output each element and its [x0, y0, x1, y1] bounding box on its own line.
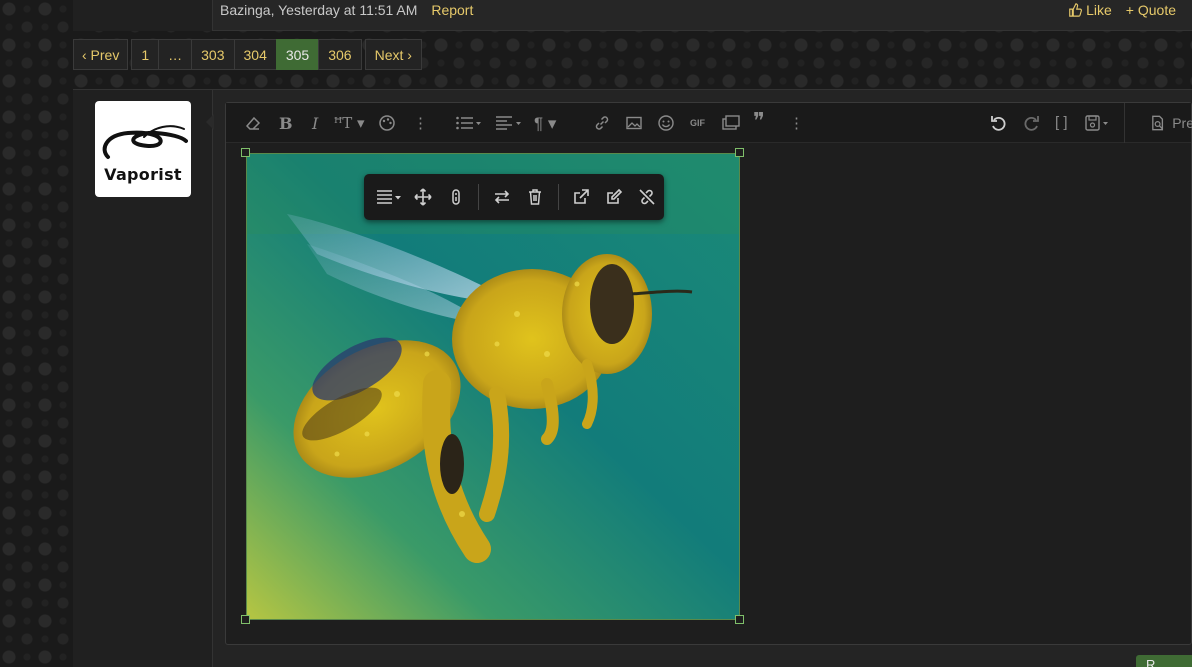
- message-arrow: [206, 114, 214, 130]
- alt-text-icon[interactable]: [439, 174, 472, 220]
- editor-toolbar: B I ꟸT ▾ ⋮ ¶ ▾ GIF ❞ ⋮ [] Pre: [226, 103, 1192, 143]
- previous-post-footer: Bazinga, Yesterday at 11:51 AM Report Li…: [73, 0, 1192, 31]
- resize-handle-bottom-right[interactable]: [735, 615, 744, 624]
- thumbs-up-icon: [1069, 3, 1083, 17]
- report-link[interactable]: Report: [431, 2, 473, 18]
- preview-icon: [1152, 115, 1164, 131]
- list-icon[interactable]: [455, 114, 483, 132]
- page-ellipsis[interactable]: …: [158, 39, 193, 70]
- page-305-current[interactable]: 305: [275, 39, 320, 70]
- bee-image: [247, 154, 739, 619]
- eraser-icon[interactable]: [244, 114, 262, 132]
- page-1[interactable]: 1: [131, 39, 160, 70]
- undo-icon[interactable]: [989, 114, 1009, 132]
- selected-image[interactable]: [246, 153, 740, 620]
- resize-handle-top-right[interactable]: [735, 148, 744, 157]
- pagination: ‹ Prev 1 … 303 304 305 306 Next ›: [73, 39, 422, 70]
- open-link-icon[interactable]: [565, 174, 598, 220]
- align-icon[interactable]: [495, 114, 523, 132]
- toolbar-divider: [478, 184, 480, 210]
- drafts-icon[interactable]: [1084, 114, 1112, 132]
- quote-icon[interactable]: ❞: [753, 109, 765, 134]
- text-size-icon[interactable]: ꟸT ▾: [334, 114, 365, 132]
- more-icon-2[interactable]: ⋮: [789, 114, 804, 132]
- reply-post: Vaporist B I ꟸT ▾ ⋮ ¶ ▾ GIF ❞ ⋮ [] Pre: [73, 89, 1192, 667]
- replace-image-icon[interactable]: [485, 174, 518, 220]
- post-reply-button[interactable]: R: [1136, 655, 1192, 667]
- resize-handle-top-left[interactable]: [241, 148, 250, 157]
- next-page-button[interactable]: Next ›: [364, 39, 422, 70]
- avatar[interactable]: Vaporist: [95, 101, 191, 197]
- paragraph-icon[interactable]: ¶ ▾: [534, 114, 556, 134]
- preview-label: Pre: [1172, 115, 1192, 131]
- bold-icon[interactable]: B: [279, 114, 293, 133]
- like-label: Like: [1086, 2, 1112, 18]
- link-icon[interactable]: [593, 114, 611, 132]
- quote-button[interactable]: + Quote: [1126, 2, 1176, 18]
- more-icon[interactable]: ⋮: [413, 114, 428, 132]
- avatar-brand-text: Vaporist: [104, 164, 182, 184]
- page-306[interactable]: 306: [318, 39, 362, 70]
- preview-button[interactable]: Pre: [1124, 103, 1192, 143]
- post-meta: Bazinga, Yesterday at 11:51 AM Report: [220, 2, 473, 18]
- post-actions: Like + Quote: [1068, 2, 1176, 18]
- smilie-icon[interactable]: [657, 114, 675, 132]
- image-floating-toolbar: [364, 174, 664, 220]
- palette-icon[interactable]: [378, 114, 396, 132]
- edit-link-icon[interactable]: [598, 174, 631, 220]
- delete-image-icon[interactable]: [518, 174, 551, 220]
- page-304[interactable]: 304: [233, 39, 277, 70]
- image-align-icon[interactable]: [373, 174, 406, 220]
- reply-user-column: Vaporist: [73, 90, 214, 667]
- unlink-icon[interactable]: [631, 174, 664, 220]
- prev-page-button[interactable]: ‹ Prev: [73, 39, 129, 70]
- page-303[interactable]: 303: [191, 39, 235, 70]
- media-icon[interactable]: [721, 114, 741, 132]
- toolbar-divider-2: [557, 184, 559, 210]
- like-button[interactable]: Like: [1068, 2, 1112, 18]
- rich-text-editor[interactable]: B I ꟸT ▾ ⋮ ¶ ▾ GIF ❞ ⋮ [] Pre: [225, 102, 1192, 645]
- gif-icon[interactable]: GIF: [690, 118, 705, 128]
- post-author-time[interactable]: Bazinga, Yesterday at 11:51 AM: [220, 2, 417, 18]
- previous-post-user-column: [73, 0, 213, 31]
- move-icon[interactable]: [406, 174, 439, 220]
- bbcode-toggle-icon[interactable]: [ ]: [1055, 114, 1068, 131]
- image-icon[interactable]: [625, 114, 643, 132]
- italic-icon[interactable]: I: [312, 114, 318, 133]
- resize-handle-bottom-left[interactable]: [241, 615, 250, 624]
- redo-icon[interactable]: [1021, 114, 1041, 132]
- post-reply-label: R: [1146, 657, 1156, 667]
- vapor-swirl-logo-icon: [102, 124, 188, 159]
